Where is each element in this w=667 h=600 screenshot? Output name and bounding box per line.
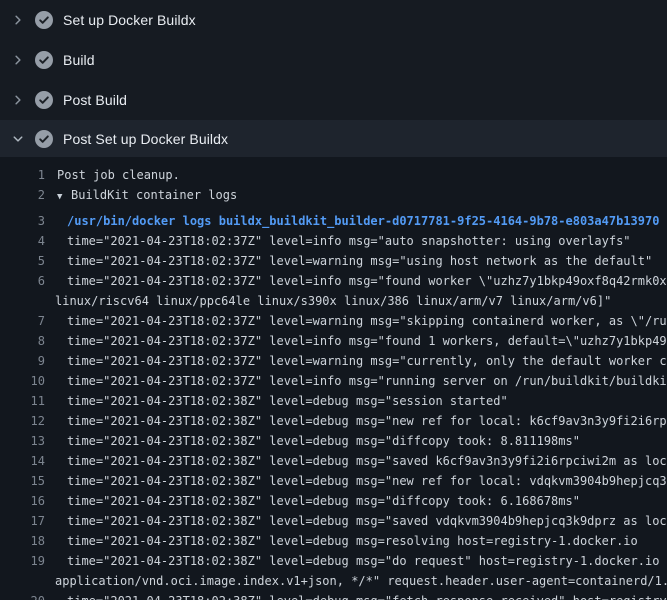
log-text: time="2021-04-23T18:02:38Z" level=debug … <box>67 551 667 571</box>
log-text: time="2021-04-23T18:02:38Z" level=debug … <box>67 491 667 511</box>
log-text: linux/riscv64 linux/ppc64le linux/s390x … <box>55 291 667 311</box>
log-line-14: 14 time="2021-04-23T18:02:38Z" level=debu… <box>0 451 667 471</box>
steps-list: Set up Docker Buildx Build Post Build <box>0 0 667 157</box>
line-number[interactable]: 15 <box>0 471 45 491</box>
line-number[interactable]: 8 <box>0 331 45 351</box>
line-number[interactable]: 19 <box>0 551 45 571</box>
log-text: time="2021-04-23T18:02:38Z" level=debug … <box>67 391 667 411</box>
log-line-17: 17 time="2021-04-23T18:02:38Z" level=debu… <box>0 511 667 531</box>
log-line-20: 20 time="2021-04-23T18:02:38Z" level=debu… <box>0 591 667 600</box>
log-line-11: 11 time="2021-04-23T18:02:38Z" level=debu… <box>0 391 667 411</box>
log-panel[interactable]: 1 Post job cleanup. 2 ▼BuildKit container l… <box>0 157 667 600</box>
log-line-15: 15 time="2021-04-23T18:02:38Z" level=debu… <box>0 471 667 491</box>
line-number[interactable]: 10 <box>0 371 45 391</box>
log-text: time="2021-04-23T18:02:37Z" level=warnin… <box>67 251 667 271</box>
step-post-build[interactable]: Post Build <box>0 80 667 120</box>
step-build[interactable]: Build <box>0 40 667 80</box>
log-line-8: 8 time="2021-04-23T18:02:37Z" level=info … <box>0 331 667 351</box>
line-number[interactable]: 9 <box>0 351 45 371</box>
chevron-right-icon[interactable] <box>10 92 26 108</box>
log-line-19-wrap: application/vnd.oci.image.index.v1+json,… <box>0 571 667 591</box>
line-number[interactable]: 13 <box>0 431 45 451</box>
log-line-2: 2 ▼BuildKit container logs <box>0 185 667 207</box>
log-text: time="2021-04-23T18:02:37Z" level=info m… <box>67 331 667 351</box>
log-command-text: /usr/bin/docker logs buildx_buildkit_bui… <box>67 211 667 231</box>
log-text: ▼BuildKit container logs <box>57 185 667 207</box>
log-line-19: 19 time="2021-04-23T18:02:38Z" level=debu… <box>0 551 667 571</box>
log-line-5: 5 time="2021-04-23T18:02:37Z" level=warni… <box>0 251 667 271</box>
log-text: time="2021-04-23T18:02:38Z" level=debug … <box>67 591 667 600</box>
log-line-9: 9 time="2021-04-23T18:02:37Z" level=warni… <box>0 351 667 371</box>
log-text: Post job cleanup. <box>57 165 667 185</box>
log-line-10: 10 time="2021-04-23T18:02:37Z" level=info… <box>0 371 667 391</box>
log-text: time="2021-04-23T18:02:38Z" level=debug … <box>67 511 667 531</box>
check-circle-icon <box>35 130 53 148</box>
check-circle-icon <box>35 11 53 29</box>
line-number[interactable]: 5 <box>0 251 45 271</box>
log-text: time="2021-04-23T18:02:38Z" level=debug … <box>67 471 667 491</box>
log-line-1: 1 Post job cleanup. <box>0 165 667 185</box>
line-number[interactable]: 3 <box>0 211 45 231</box>
log-text: time="2021-04-23T18:02:38Z" level=debug … <box>67 411 667 431</box>
log-line-18: 18 time="2021-04-23T18:02:38Z" level=debu… <box>0 531 667 551</box>
step-set-up-docker-buildx[interactable]: Set up Docker Buildx <box>0 0 667 40</box>
step-label: Post Build <box>63 92 127 108</box>
log-line-3: 3/usr/bin/docker logs buildx_buildkit_bu… <box>0 211 667 231</box>
log-text: time="2021-04-23T18:02:38Z" level=debug … <box>67 451 667 471</box>
step-label: Set up Docker Buildx <box>63 12 196 28</box>
line-number[interactable]: 16 <box>0 491 45 511</box>
log-line-4: 4 time="2021-04-23T18:02:37Z" level=info … <box>0 231 667 251</box>
log-text: time="2021-04-23T18:02:37Z" level=info m… <box>67 371 667 391</box>
step-post-set-up-docker-buildx[interactable]: Post Set up Docker Buildx <box>0 120 667 157</box>
line-number[interactable]: 6 <box>0 271 45 291</box>
line-number <box>0 571 45 591</box>
log-line-16: 16 time="2021-04-23T18:02:38Z" level=debu… <box>0 491 667 511</box>
group-toggle-icon[interactable]: ▼ <box>57 187 71 207</box>
chevron-right-icon[interactable] <box>10 52 26 68</box>
log-line-6: 6 time="2021-04-23T18:02:37Z" level=info … <box>0 271 667 291</box>
line-number[interactable]: 1 <box>0 165 45 185</box>
log-text: application/vnd.oci.image.index.v1+json,… <box>55 571 667 591</box>
log-text: time="2021-04-23T18:02:37Z" level=warnin… <box>67 311 667 331</box>
line-number[interactable]: 17 <box>0 511 45 531</box>
check-circle-icon <box>35 91 53 109</box>
actions-log-viewer: Set up Docker Buildx Build Post Build <box>0 0 667 600</box>
line-number[interactable]: 4 <box>0 231 45 251</box>
log-text: time="2021-04-23T18:02:38Z" level=debug … <box>67 431 667 451</box>
line-number[interactable]: 20 <box>0 591 45 600</box>
line-number[interactable]: 12 <box>0 411 45 431</box>
line-number[interactable]: 14 <box>0 451 45 471</box>
log-text: time="2021-04-23T18:02:37Z" level=warnin… <box>67 351 667 371</box>
log-line-6-wrap: linux/riscv64 linux/ppc64le linux/s390x … <box>0 291 667 311</box>
line-number[interactable]: 18 <box>0 531 45 551</box>
log-text: time="2021-04-23T18:02:38Z" level=debug … <box>67 531 667 551</box>
step-label: Build <box>63 52 95 68</box>
log-text: time="2021-04-23T18:02:37Z" level=info m… <box>67 271 667 291</box>
step-label: Post Set up Docker Buildx <box>63 131 228 147</box>
line-number[interactable]: 7 <box>0 311 45 331</box>
line-number[interactable]: 11 <box>0 391 45 411</box>
log-line-12: 12 time="2021-04-23T18:02:38Z" level=debu… <box>0 411 667 431</box>
log-text: time="2021-04-23T18:02:37Z" level=info m… <box>67 231 667 251</box>
log-line-13: 13 time="2021-04-23T18:02:38Z" level=debu… <box>0 431 667 451</box>
line-number[interactable]: 2 <box>0 185 45 207</box>
log-line-7: 7 time="2021-04-23T18:02:37Z" level=warni… <box>0 311 667 331</box>
chevron-right-icon[interactable] <box>10 12 26 28</box>
check-circle-icon <box>35 51 53 69</box>
line-number <box>0 291 45 311</box>
chevron-down-icon[interactable] <box>10 131 26 147</box>
